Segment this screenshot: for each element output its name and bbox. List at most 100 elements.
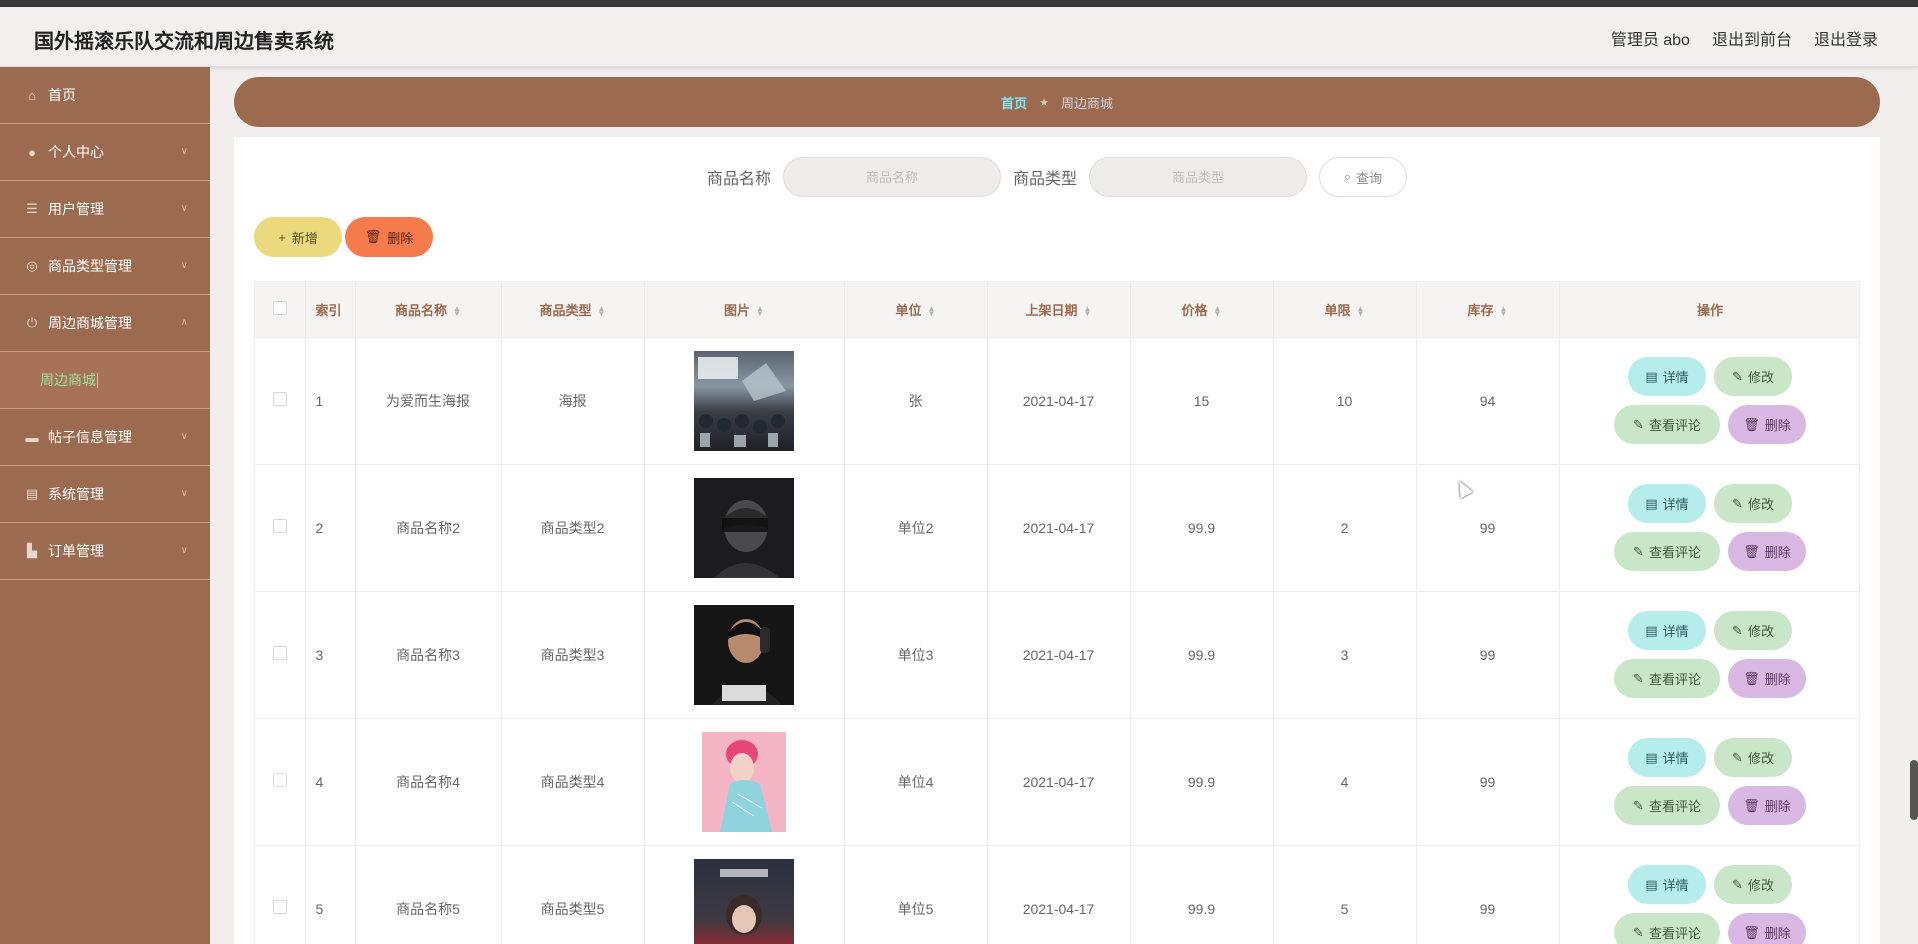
sort-icon[interactable]: ▲ ▼ <box>928 305 936 318</box>
pencil-icon: ✎ <box>1633 416 1644 432</box>
document-icon: ▤ <box>1645 876 1658 892</box>
delete-button[interactable]: 🗑 删除 <box>1728 405 1806 444</box>
logout-link[interactable]: 退出登录 <box>1814 26 1878 50</box>
sort-icon[interactable]: ▲ ▼ <box>598 305 606 318</box>
album-art <box>720 868 768 935</box>
col-header-type[interactable]: 商品类型 ▲ ▼ <box>501 282 645 337</box>
product-image[interactable] <box>694 858 794 944</box>
cell-limit: 4 <box>1273 718 1417 845</box>
edit-button[interactable]: ✎ 修改 <box>1714 611 1792 650</box>
view-comments-button[interactable]: ✎ 查看评论 <box>1614 405 1720 444</box>
edit-button[interactable]: ✎ 修改 <box>1714 357 1792 396</box>
select-all-checkbox[interactable] <box>272 300 287 315</box>
product-image[interactable] <box>702 731 786 832</box>
row-checkbox[interactable] <box>272 519 287 533</box>
edit-button[interactable]: ✎ 修改 <box>1714 738 1792 777</box>
breadcrumb-home[interactable]: 首页 <box>1001 93 1027 112</box>
sidebar-item-product-type-management[interactable]: ◎ 商品类型管理 ∨ <box>0 238 210 295</box>
row-select-cell <box>255 337 306 464</box>
product-image[interactable] <box>694 350 794 451</box>
delete-button[interactable]: 🗑 删除 <box>1728 532 1806 571</box>
text-caret <box>97 372 98 388</box>
col-header-date[interactable]: 上架日期 ▲ ▼ <box>987 282 1131 337</box>
sidebar-item-user-management[interactable]: ☰ 用户管理 ∨ <box>0 181 210 238</box>
sort-icon[interactable]: ▲ ▼ <box>1214 305 1222 318</box>
edit-button[interactable]: ✎ 修改 <box>1714 484 1792 523</box>
sidebar-item-label: 订单管理 <box>48 543 104 559</box>
sidebar-item-system-management[interactable]: ▤ 系统管理 ∨ <box>0 466 210 523</box>
type-search-input[interactable] <box>1089 157 1308 197</box>
exit-to-frontend-link[interactable]: 退出到前台 <box>1712 26 1792 50</box>
col-header-unit[interactable]: 单位 ▲ ▼ <box>844 282 988 337</box>
query-button[interactable]: ⌕ 查询 <box>1319 157 1408 197</box>
sidebar-item-home[interactable]: ⌂ 首页 <box>0 67 210 124</box>
sort-icon[interactable]: ▲ ▼ <box>1084 305 1092 318</box>
row-checkbox[interactable] <box>272 392 287 406</box>
col-header-type-label: 商品类型 <box>539 302 592 318</box>
detail-button[interactable]: ▤ 详情 <box>1628 484 1706 523</box>
sidebar-item-mall[interactable]: 周边商城 <box>0 352 210 409</box>
col-header-stock[interactable]: 库存 ▲ ▼ <box>1416 282 1560 337</box>
sidebar-item-mall-management[interactable]: ⏻ 周边商城管理 ∧ <box>0 295 210 352</box>
query-button-label: 查询 <box>1356 170 1383 186</box>
sidebar-item-post-management[interactable]: ▬ 帖子信息管理 ∨ <box>0 409 210 466</box>
add-button[interactable]: + 新增 <box>254 217 342 257</box>
col-header-image[interactable]: 图片 ▲ ▼ <box>644 282 845 337</box>
col-header-price[interactable]: 价格 ▲ ▼ <box>1130 282 1274 337</box>
cell-date: 2021-04-17 <box>987 591 1131 718</box>
name-search-input[interactable] <box>783 157 1001 197</box>
delete-button[interactable]: 🗑 删除 <box>1728 786 1806 825</box>
cell-stock: 99 <box>1416 591 1560 718</box>
sliders-icon: ☰ <box>26 201 38 216</box>
name-search-label: 商品名称 <box>706 171 771 188</box>
detail-button[interactable]: ▤ 详情 <box>1628 611 1706 650</box>
row-checkbox[interactable] <box>272 900 287 915</box>
sidebar-item-personal-center[interactable]: ● 个人中心 ∨ <box>0 124 210 181</box>
row-checkbox[interactable] <box>272 773 287 787</box>
sort-icon[interactable]: ▲ ▼ <box>453 305 461 318</box>
detail-button[interactable]: ▤ 详情 <box>1628 865 1706 905</box>
sort-icon[interactable]: ▲ ▼ <box>756 305 764 318</box>
list-panel: 商品名称 商品类型 ⌕ 查询 + 新增 🗑 删除 <box>234 137 1880 944</box>
view-comments-button[interactable]: ✎ 查看评论 <box>1614 532 1720 571</box>
page-scrollbar[interactable] <box>1910 760 1918 820</box>
cell-actions: ▤ 详情 ✎ 修改 ✎ 查看评论 🗑 删除 <box>1559 337 1859 464</box>
col-header-limit[interactable]: 单限 ▲ ▼ <box>1273 282 1417 337</box>
breadcrumb-current: 周边商城 <box>1060 95 1113 111</box>
delete-button[interactable]: 🗑 删除 <box>1728 659 1806 698</box>
search-icon: ⌕ <box>1343 169 1352 184</box>
sort-icon[interactable]: ▲ ▼ <box>1357 305 1365 318</box>
edit-button-label: 修改 <box>1747 751 1774 766</box>
cell-unit: 单位3 <box>844 591 988 718</box>
view-comments-label: 查看评论 <box>1648 418 1701 433</box>
sort-icon[interactable]: ▲ ▼ <box>1500 305 1508 318</box>
product-image[interactable] <box>694 604 794 705</box>
view-comments-button[interactable]: ✎ 查看评论 <box>1614 786 1720 825</box>
col-header-date-label: 上架日期 <box>1025 302 1078 318</box>
app-title: 国外摇滚乐队交流和周边售卖系统 <box>34 31 334 53</box>
target-icon: ◎ <box>26 258 38 273</box>
cell-type: 商品类型5 <box>501 845 645 944</box>
plus-icon: + <box>278 229 286 245</box>
batch-delete-button[interactable]: 🗑 删除 <box>345 217 433 257</box>
col-header-index: 索引 <box>305 282 356 337</box>
cell-name: 商品名称5 <box>355 845 502 944</box>
cell-unit: 单位5 <box>844 845 988 944</box>
power-icon: ⏻ <box>26 315 38 330</box>
admin-user-link[interactable]: 管理员 abo <box>1611 26 1690 50</box>
detail-button[interactable]: ▤ 详情 <box>1628 738 1706 777</box>
cell-date: 2021-04-17 <box>987 718 1131 845</box>
sidebar-item-order-management[interactable]: ▙ 订单管理 ∨ <box>0 523 210 580</box>
delete-button[interactable]: 🗑 删除 <box>1728 913 1806 944</box>
view-comments-button[interactable]: ✎ 查看评论 <box>1614 913 1720 944</box>
product-table: 索引 商品名称 ▲ ▼ 商品类型 ▲ ▼ 图片 ▲ ▼ 单位 ▲ ▼ 上架日期 ▲ ▼ 价格 ▲ ▼ 单… <box>254 281 1860 944</box>
edit-button[interactable]: ✎ 修改 <box>1714 865 1792 905</box>
detail-button[interactable]: ▤ 详情 <box>1628 357 1706 396</box>
view-comments-button[interactable]: ✎ 查看评论 <box>1614 659 1720 698</box>
sidebar-item-label: 周边商城管理 <box>48 315 132 331</box>
col-header-name[interactable]: 商品名称 ▲ ▼ <box>355 282 502 337</box>
header: 国外摇滚乐队交流和周边售卖系统 管理员 abo 退出到前台 退出登录 <box>0 7 1918 67</box>
chevron-down-icon: ∨ <box>180 146 188 157</box>
product-image[interactable] <box>694 477 794 578</box>
row-checkbox[interactable] <box>272 646 287 660</box>
